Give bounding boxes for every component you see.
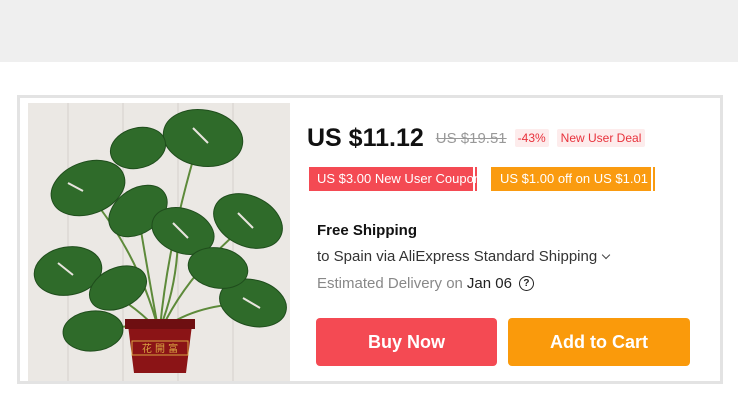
delivery-label: Estimated Delivery on (317, 275, 463, 292)
shipping-method-selector[interactable]: to Spain via AliExpress Standard Shippin… (317, 248, 611, 265)
product-card: 花 開 富 US $11.12 US $19.51 -43% New User … (17, 95, 723, 384)
shipping-title: Free Shipping (317, 222, 418, 239)
price-row: US $11.12 US $19.51 -43% New User Deal (307, 118, 646, 158)
coupon-list: US $3.00 New User Coupon US $1.00 off on… (309, 167, 655, 191)
product-image[interactable]: 花 開 富 (28, 103, 290, 381)
original-price: US $19.51 (435, 129, 507, 147)
new-user-deal-badge: New User Deal (556, 129, 646, 147)
svg-text:花 開 富: 花 開 富 (142, 342, 178, 355)
chevron-down-icon (601, 250, 611, 260)
estimated-delivery: Estimated Delivery on Jan 06 ? (317, 275, 534, 292)
help-icon[interactable]: ? (518, 276, 534, 291)
new-user-coupon[interactable]: US $3.00 New User Coupon (309, 167, 477, 191)
buy-now-button[interactable]: Buy Now (316, 318, 497, 366)
add-to-cart-button[interactable]: Add to Cart (508, 318, 690, 366)
current-price: US $11.12 (307, 123, 424, 152)
shipping-detail-text: to Spain via AliExpress Standard Shippin… (317, 248, 598, 265)
top-band (0, 0, 738, 62)
delivery-date: Jan 06 (466, 275, 512, 292)
store-coupon[interactable]: US $1.00 off on US $1.01 (491, 167, 655, 191)
discount-badge: -43% (514, 129, 549, 147)
monstera-plant-illustration: 花 開 富 (28, 103, 290, 381)
